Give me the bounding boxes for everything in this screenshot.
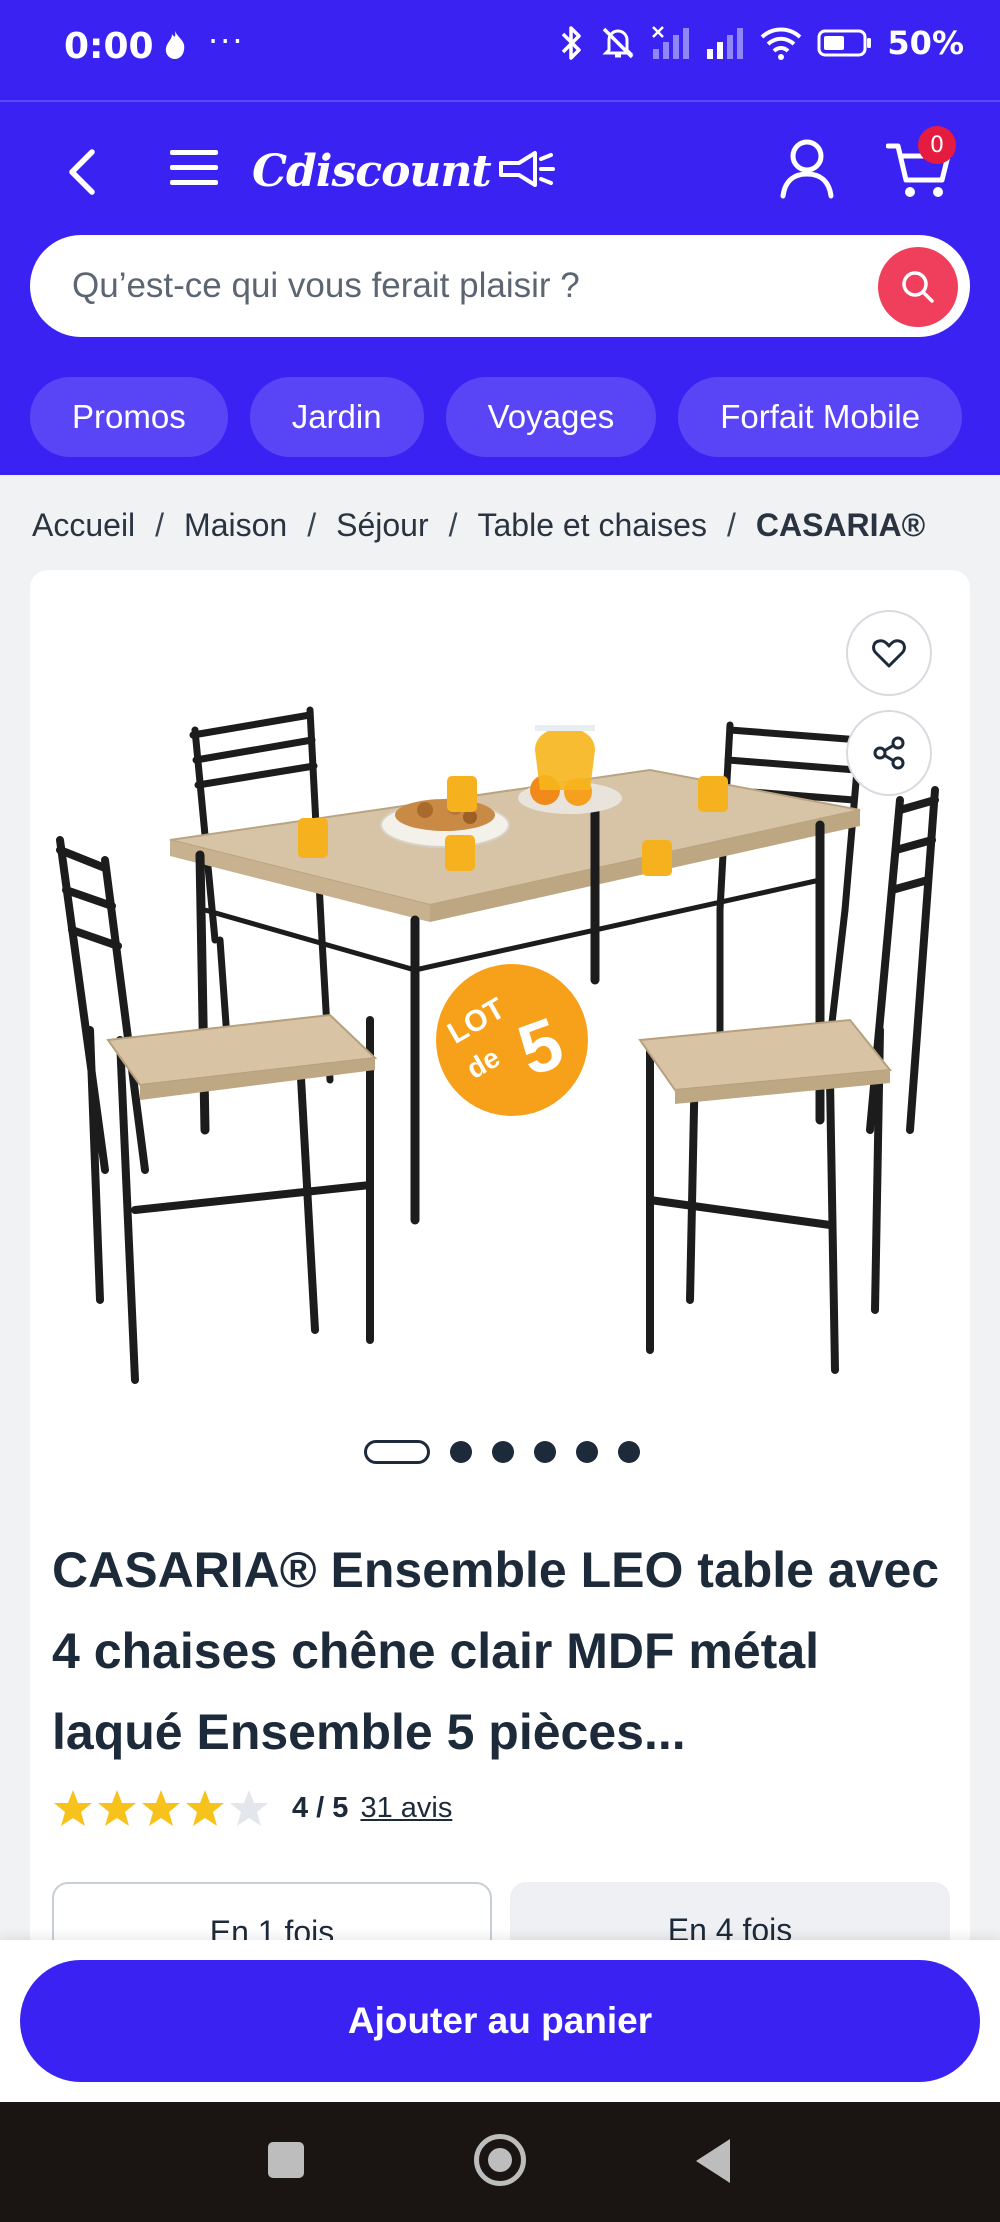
favorite-button[interactable]: [846, 610, 932, 696]
gallery-pagination: [364, 1440, 640, 1464]
reviews-link[interactable]: 31 avis: [360, 1792, 452, 1825]
gallery-dot[interactable]: [576, 1441, 598, 1463]
chip-forfait-mobile[interactable]: Forfait Mobile: [678, 377, 963, 457]
chip-promos[interactable]: Promos: [30, 377, 228, 457]
product-rating[interactable]: 4 / 5 31 avis: [52, 1788, 452, 1828]
gallery-dot-active[interactable]: [364, 1440, 430, 1464]
breadcrumb-item-sejour[interactable]: Séjour: [336, 507, 429, 544]
heart-icon: [872, 639, 906, 668]
star-icon: [54, 1790, 92, 1826]
star-icon: [98, 1790, 136, 1826]
share-button[interactable]: [846, 710, 932, 796]
gallery-dot[interactable]: [492, 1441, 514, 1463]
gallery-dot[interactable]: [450, 1441, 472, 1463]
gallery-dot[interactable]: [618, 1441, 640, 1463]
star-icon: [142, 1790, 180, 1826]
recents-icon[interactable]: [268, 2142, 304, 2178]
header: Cdiscount 0 Promos Jardin Voyages Forfai…: [0, 100, 1000, 475]
search-icon: [902, 271, 934, 303]
rating-stars: [52, 1788, 270, 1828]
product-image[interactable]: LOT de 5: [30, 610, 970, 1530]
megaphone-icon: [498, 151, 555, 187]
battery-percent: 50%: [887, 24, 964, 62]
menu-icon[interactable]: [168, 146, 220, 190]
home-icon[interactable]: [474, 2134, 526, 2186]
user-icon[interactable]: [778, 136, 836, 200]
breadcrumb-separator: /: [307, 506, 317, 543]
breadcrumb-separator: /: [448, 506, 458, 543]
brand-logo[interactable]: Cdiscount: [252, 136, 557, 206]
product-card: LOT de 5 CASARIA® Ensemble LEO table ave…: [30, 570, 970, 1982]
star-empty-icon: [230, 1790, 268, 1826]
chip-voyages[interactable]: Voyages: [445, 377, 657, 457]
nav-back-icon[interactable]: [696, 2139, 730, 2183]
breadcrumb-item-accueil[interactable]: Accueil: [32, 507, 135, 544]
signal-icon: [652, 26, 690, 59]
rating-score: 4 / 5: [292, 1791, 349, 1824]
search-bar[interactable]: [30, 235, 970, 337]
signal-icon: [707, 28, 744, 59]
breadcrumb-separator: /: [155, 506, 165, 543]
system-nav-bar: [0, 2102, 1000, 2222]
logo-text: Cdiscount: [252, 145, 492, 197]
search-input[interactable]: [72, 257, 852, 315]
add-to-cart-button[interactable]: Ajouter au panier: [20, 1960, 980, 2082]
add-to-cart-bar: Ajouter au panier: [0, 1940, 1000, 2102]
share-icon: [873, 736, 905, 770]
star-icon: [186, 1790, 224, 1826]
battery-icon: [817, 29, 872, 57]
bluetooth-icon: [562, 26, 582, 60]
cart-count-badge: 0: [918, 126, 956, 164]
product-title: CASARIA® Ensemble LEO table avec 4 chais…: [52, 1542, 940, 1760]
status-bar: 0:00 ··· 50%: [0, 0, 1000, 100]
search-button[interactable]: [878, 247, 958, 327]
header-divider: [0, 100, 1000, 102]
gallery-dot[interactable]: [534, 1441, 556, 1463]
status-time: 0:00: [64, 26, 154, 67]
category-chips: Promos Jardin Voyages Forfait Mobile: [30, 377, 963, 457]
wifi-icon: [761, 27, 802, 60]
status-more: ···: [208, 22, 245, 60]
breadcrumb-separator: /: [726, 506, 736, 543]
muted-bell-icon: [602, 27, 635, 59]
back-arrow-icon[interactable]: [60, 140, 104, 204]
status-icons: 50%: [559, 24, 964, 62]
breadcrumb-current: CASARIA®: [755, 506, 926, 543]
breadcrumb: Accueil / Maison / Séjour / Table et cha…: [32, 500, 982, 550]
chip-jardin[interactable]: Jardin: [249, 377, 424, 457]
flame-icon: [165, 31, 185, 59]
breadcrumb-item-maison[interactable]: Maison: [184, 507, 287, 544]
breadcrumb-item-table-et-chaises[interactable]: Table et chaises: [477, 507, 706, 544]
